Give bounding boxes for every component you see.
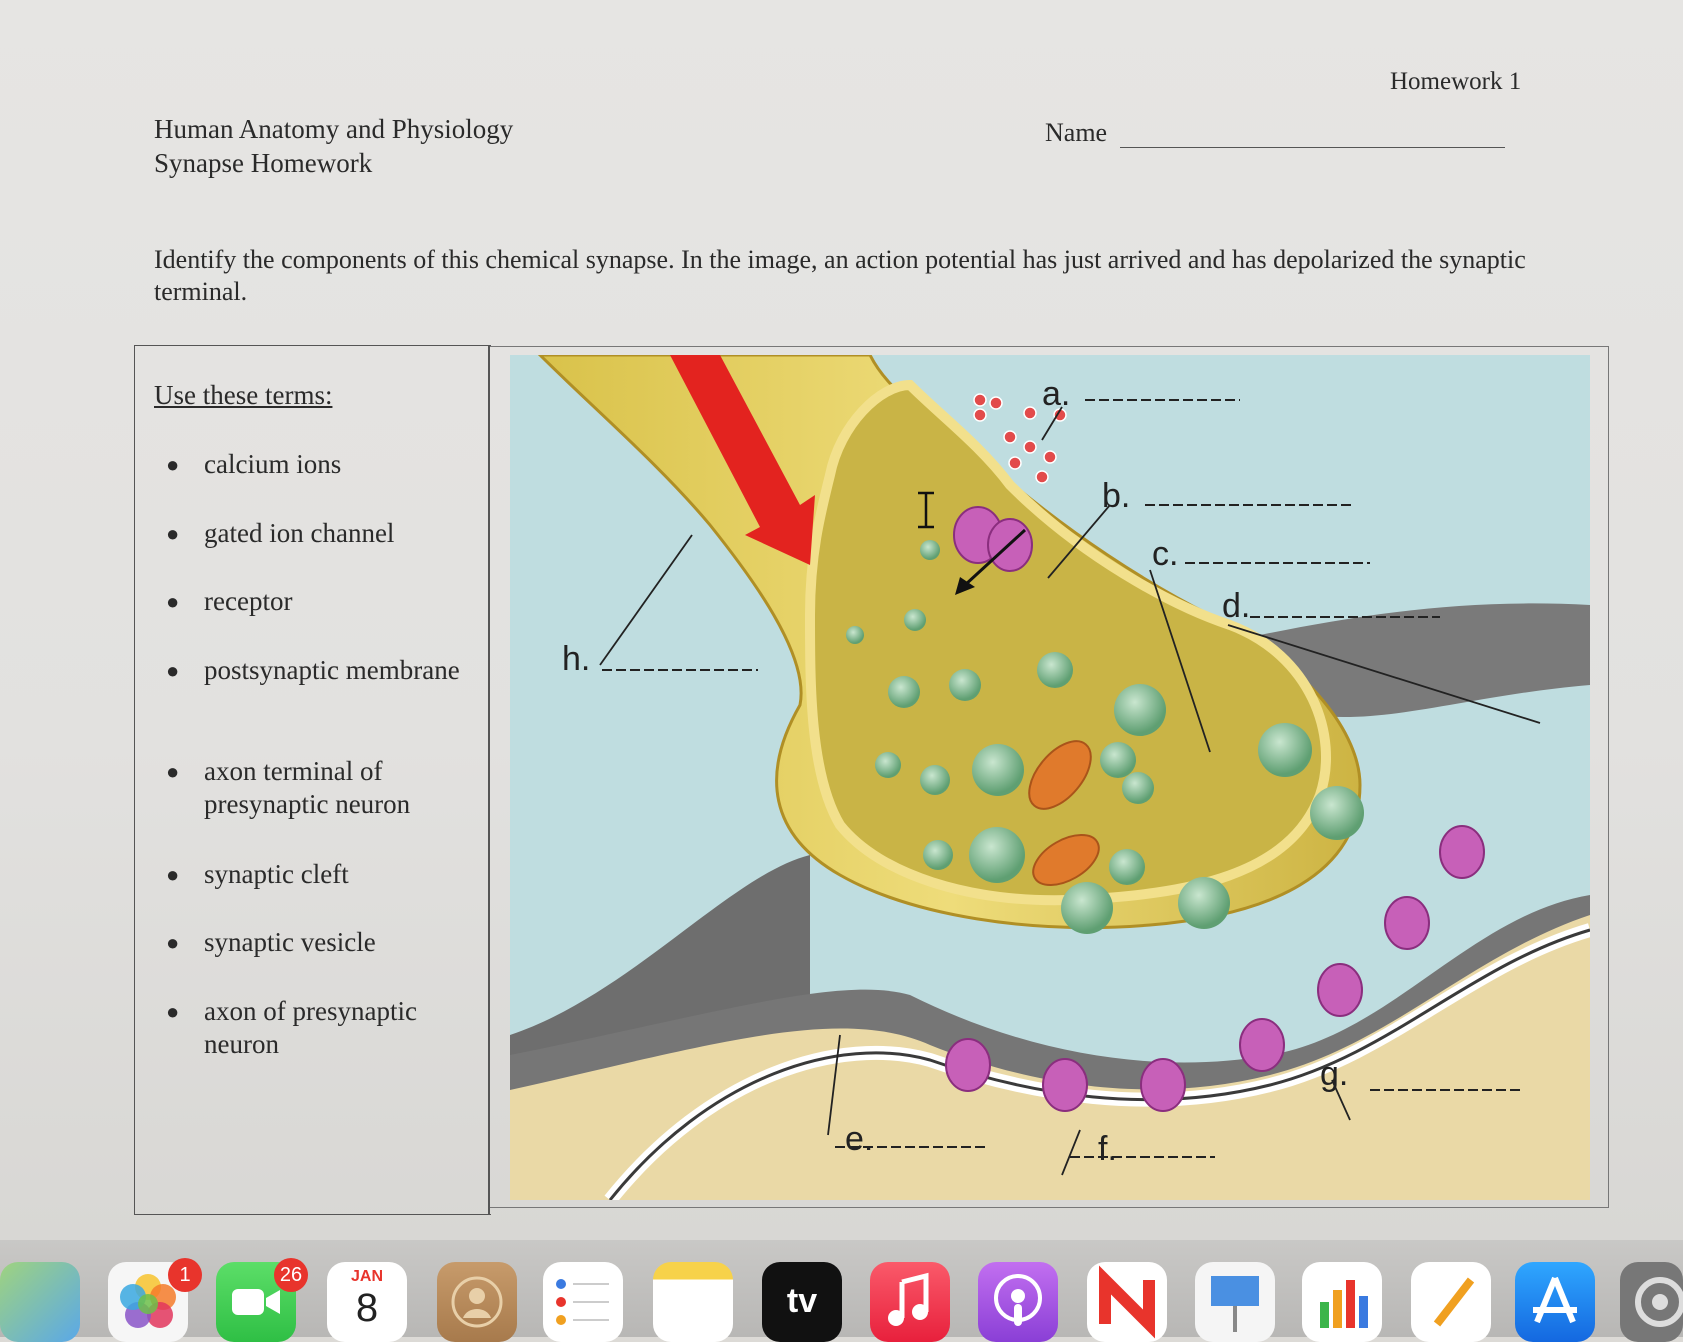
news-app-icon[interactable]	[1087, 1262, 1167, 1342]
instructions: Identify the components of this chemical…	[154, 245, 1526, 306]
pages-app-icon[interactable]	[1411, 1262, 1491, 1342]
label-g: g.	[1320, 1055, 1348, 1093]
bar-chart-icon	[1320, 1280, 1368, 1328]
bullet: ●	[166, 759, 180, 784]
facetime-badge: 26	[274, 1258, 308, 1292]
label-e: e.	[845, 1120, 873, 1158]
app-store-a-icon	[1533, 1276, 1577, 1324]
homework-label: Homework 1	[1390, 68, 1522, 95]
bullet: ●	[166, 589, 180, 614]
reminders-app-icon[interactable]	[543, 1262, 623, 1342]
music-note-icon	[888, 1272, 929, 1326]
calendar-day: 8	[355, 1286, 379, 1330]
numbers-app-icon[interactable]	[1302, 1262, 1382, 1342]
course-heading: Human Anatomy and Physiology Synapse Hom…	[154, 112, 513, 180]
name-blank-line	[1120, 147, 1505, 148]
system-settings-app-icon[interactable]	[1620, 1262, 1683, 1342]
tv-label: tv	[786, 1282, 818, 1320]
label-c: c.	[1152, 535, 1178, 573]
app-store-app-icon[interactable]	[1515, 1262, 1595, 1342]
list-icon	[556, 1279, 609, 1325]
label-h: h.	[562, 640, 590, 678]
label-b: b.	[1102, 477, 1130, 515]
photos-badge: 1	[168, 1258, 202, 1292]
bullet: ●	[166, 999, 180, 1024]
maps-app-icon[interactable]	[0, 1262, 80, 1342]
worksheet-page: Homework 1 Human Anatomy and Physiology …	[0, 0, 1683, 1240]
label-d: d.	[1222, 587, 1250, 625]
podcast-icon	[994, 1274, 1042, 1326]
apple-tv-app-icon[interactable]: tv	[762, 1262, 842, 1342]
name-label: Name	[1045, 118, 1108, 147]
calendar-app-icon[interactable]: JAN 8	[327, 1262, 407, 1342]
course-subtitle: Synapse Homework	[154, 148, 373, 178]
contacts-app-icon[interactable]	[437, 1262, 517, 1342]
bullet: ●	[166, 862, 180, 887]
synapse-diagram: a. b. c. d. e. f. g. h.	[510, 355, 1590, 1200]
label-f: f.	[1098, 1130, 1117, 1168]
course-title: Human Anatomy and Physiology	[154, 114, 514, 144]
pencil-icon	[1433, 1277, 1475, 1327]
label-a: a.	[1042, 375, 1070, 413]
bullet: ●	[166, 521, 180, 546]
terms-heading: Use these terms:	[154, 380, 333, 410]
gear-icon	[1635, 1277, 1683, 1327]
person-icon	[451, 1276, 503, 1328]
bullet: ●	[166, 452, 180, 477]
calendar-month: JAN	[350, 1268, 383, 1285]
keynote-app-icon[interactable]	[1195, 1262, 1275, 1342]
podium-icon	[1211, 1276, 1259, 1332]
notes-app-icon[interactable]	[653, 1262, 733, 1342]
bullet: ●	[166, 658, 180, 683]
bullet: ●	[166, 930, 180, 955]
music-app-icon[interactable]	[870, 1262, 950, 1342]
news-n-icon	[1099, 1265, 1155, 1339]
podcasts-app-icon[interactable]	[978, 1262, 1058, 1342]
